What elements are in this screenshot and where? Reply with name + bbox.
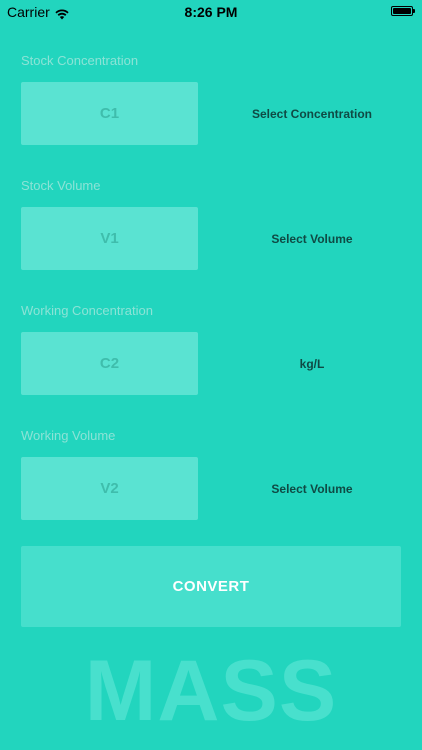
working-volume-label: Working Volume bbox=[21, 428, 116, 443]
select-concentration-button[interactable]: Select Concentration bbox=[222, 82, 402, 145]
status-time: 8:26 PM bbox=[184, 4, 238, 20]
working-concentration-label: Working Concentration bbox=[21, 303, 153, 318]
c2-input[interactable]: C2 bbox=[21, 332, 198, 395]
status-bar: Carrier 8:26 PM bbox=[0, 0, 422, 22]
select-working-volume-button[interactable]: Select Volume bbox=[222, 457, 402, 520]
mode-title: MASS bbox=[84, 643, 338, 739]
battery-icon bbox=[391, 6, 415, 16]
c1-input[interactable]: C1 bbox=[21, 82, 198, 145]
stock-concentration-label: Stock Concentration bbox=[21, 53, 139, 68]
v1-input[interactable]: V1 bbox=[21, 207, 198, 270]
select-stock-volume-button[interactable]: Select Volume bbox=[222, 207, 402, 270]
select-working-concentration-button[interactable]: kg/L bbox=[222, 332, 402, 395]
v2-input[interactable]: V2 bbox=[21, 457, 198, 520]
stock-volume-label: Stock Volume bbox=[21, 178, 101, 193]
convert-button[interactable]: CONVERT bbox=[21, 546, 401, 627]
